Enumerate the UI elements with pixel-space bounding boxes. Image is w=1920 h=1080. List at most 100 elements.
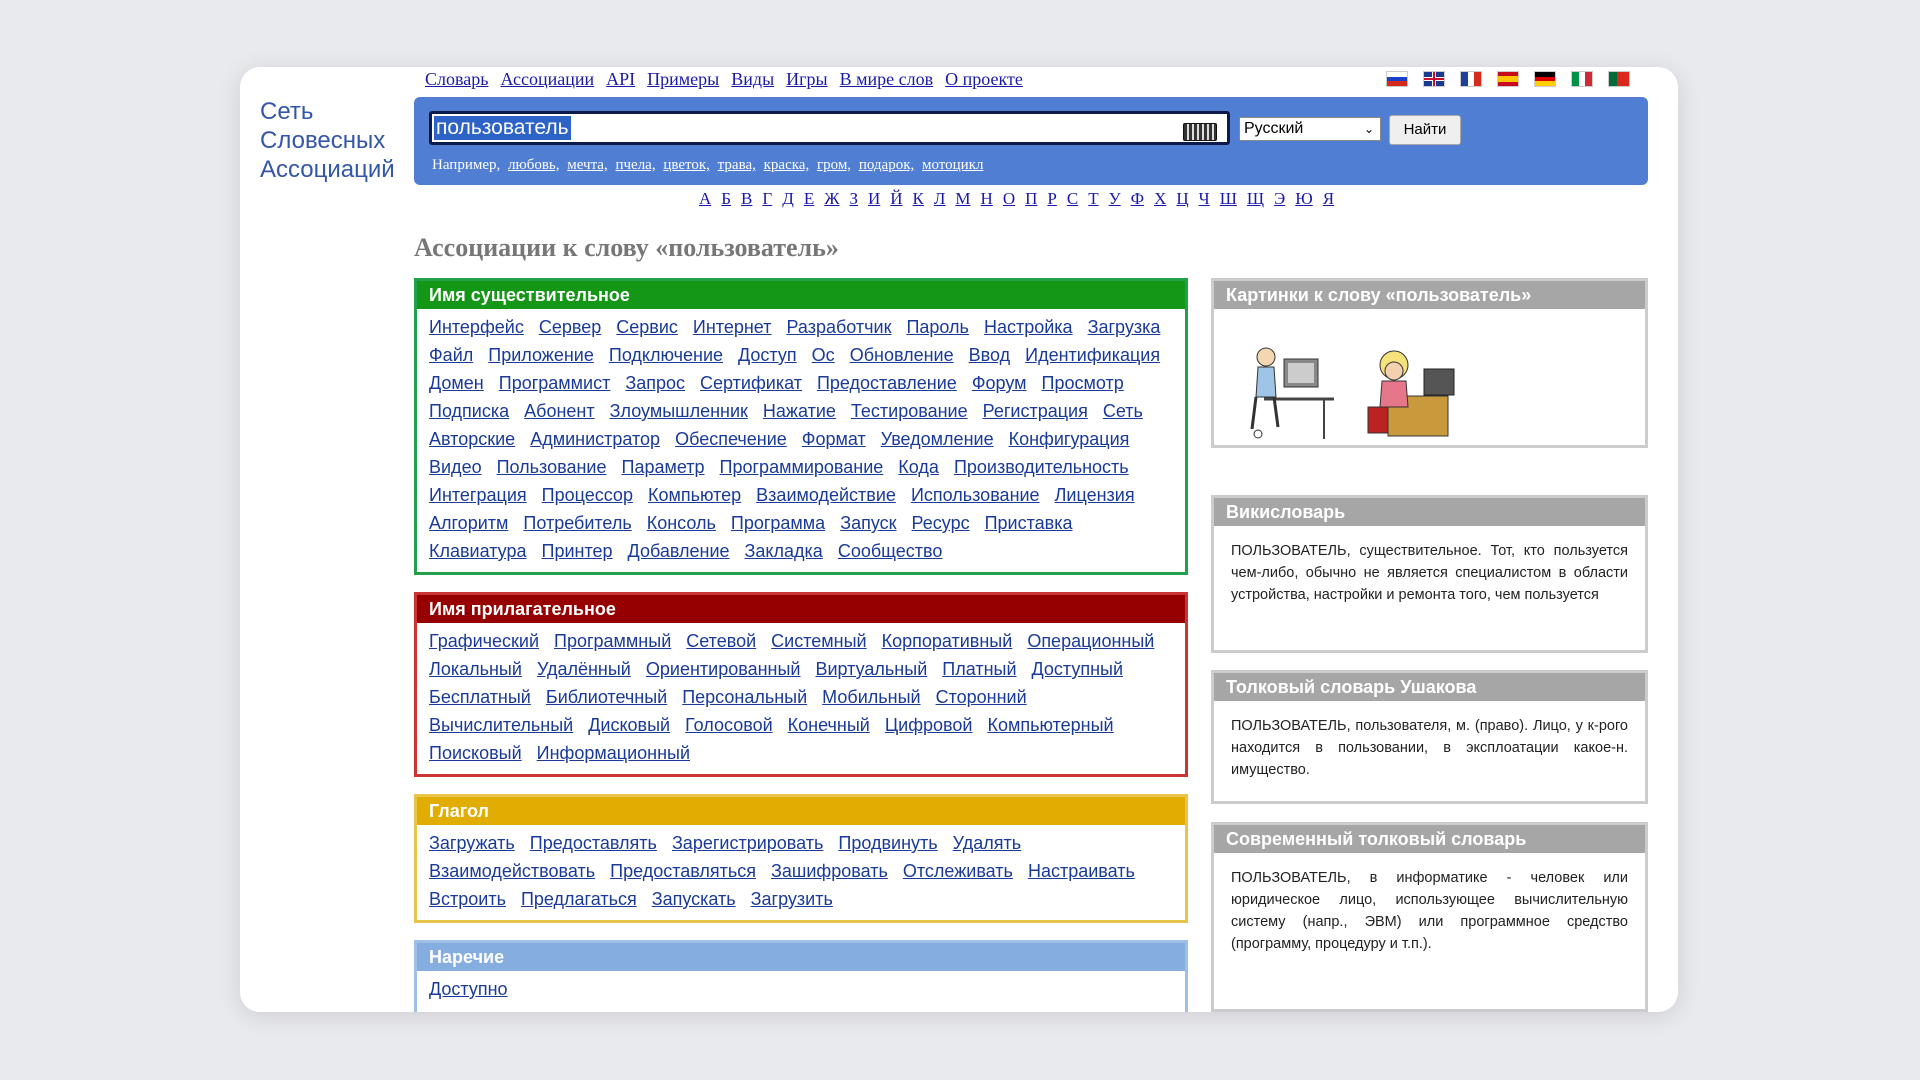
alphabet-letter-link[interactable]: Э [1274,189,1285,209]
association-word-link[interactable]: Запуск [840,513,896,533]
association-word-link[interactable]: Голосовой [685,715,773,735]
example-link[interactable]: гром, [817,157,851,173]
association-word-link[interactable]: Процессор [542,485,633,505]
alphabet-letter-link[interactable]: М [955,189,970,209]
association-word-link[interactable]: Вычислительный [429,715,573,735]
association-word-link[interactable]: Загружать [429,833,515,853]
association-word-link[interactable]: Нажатие [763,401,836,421]
association-word-link[interactable]: Производительность [954,457,1129,477]
association-word-link[interactable]: Сервер [539,317,601,337]
flag-fr-icon[interactable] [1460,71,1482,87]
association-word-link[interactable]: Приложение [488,345,594,365]
association-word-link[interactable]: Сообщество [838,541,943,561]
association-word-link[interactable]: Отслеживать [903,861,1013,881]
association-word-link[interactable]: Операционный [1027,631,1154,651]
association-word-link[interactable]: Ос [812,345,835,365]
association-word-link[interactable]: Цифровой [885,715,973,735]
association-word-link[interactable]: Бесплатный [429,687,531,707]
association-word-link[interactable]: Использование [911,485,1040,505]
alphabet-letter-link[interactable]: Ф [1131,189,1144,209]
alphabet-letter-link[interactable]: П [1025,189,1037,209]
association-word-link[interactable]: Алгоритм [429,513,508,533]
nav-games[interactable]: Игры [786,69,827,90]
alphabet-letter-link[interactable]: Г [762,189,772,209]
association-word-link[interactable]: Программист [499,373,611,393]
association-word-link[interactable]: Обеспечение [675,429,787,449]
association-word-link[interactable]: Виртуальный [816,659,928,679]
alphabet-letter-link[interactable]: Е [804,189,814,209]
association-word-link[interactable]: Принтер [542,541,613,561]
association-word-link[interactable]: Тестирование [851,401,968,421]
association-word-link[interactable]: Подключение [609,345,723,365]
association-word-link[interactable]: Лицензия [1055,485,1135,505]
association-word-link[interactable]: Ввод [969,345,1010,365]
association-word-link[interactable]: Корпоративный [882,631,1013,651]
association-word-link[interactable]: Добавление [628,541,730,561]
example-link[interactable]: краска, [764,157,810,173]
association-word-link[interactable]: Консоль [647,513,716,533]
nav-api[interactable]: API [606,69,635,90]
nav-about[interactable]: О проекте [945,69,1023,90]
association-word-link[interactable]: Просмотр [1042,373,1124,393]
alphabet-letter-link[interactable]: Щ [1247,189,1264,209]
association-word-link[interactable]: Ресурс [912,513,970,533]
association-word-link[interactable]: Предоставлять [530,833,657,853]
alphabet-letter-link[interactable]: О [1003,189,1015,209]
association-word-link[interactable]: Видео [429,457,482,477]
association-word-link[interactable]: Взаимодействовать [429,861,595,881]
woman-at-computer-image[interactable] [1358,341,1468,446]
association-word-link[interactable]: Удалять [953,833,1021,853]
alphabet-letter-link[interactable]: Я [1323,189,1334,209]
association-word-link[interactable]: Конфигурация [1009,429,1130,449]
flag-es-icon[interactable] [1497,71,1519,87]
flag-ru-icon[interactable] [1386,71,1408,87]
association-word-link[interactable]: Настраивать [1028,861,1135,881]
flag-pt-icon[interactable] [1608,71,1630,87]
association-word-link[interactable]: Формат [802,429,866,449]
association-word-link[interactable]: Разработчик [786,317,891,337]
association-word-link[interactable]: Клавиатура [429,541,527,561]
association-word-link[interactable]: Интернет [693,317,772,337]
example-link[interactable]: мечта, [567,157,607,173]
language-select[interactable]: Русский ⌄ [1239,117,1381,141]
association-word-link[interactable]: Сетевой [686,631,756,651]
example-link[interactable]: цветок, [663,157,710,173]
association-word-link[interactable]: Персональный [682,687,807,707]
example-link[interactable]: пчела, [615,157,655,173]
alphabet-letter-link[interactable]: Р [1047,189,1056,209]
nav-dictionary[interactable]: Словарь [425,69,488,90]
nav-examples[interactable]: Примеры [647,69,719,90]
search-input[interactable]: пользователь [429,111,1230,145]
alphabet-letter-link[interactable]: С [1067,189,1078,209]
association-word-link[interactable]: Злоумышленник [610,401,748,421]
alphabet-letter-link[interactable]: Ю [1295,189,1312,209]
association-word-link[interactable]: Программный [554,631,671,651]
association-word-link[interactable]: Локальный [429,659,522,679]
association-word-link[interactable]: Кода [898,457,939,477]
association-word-link[interactable]: Сертификат [700,373,802,393]
alphabet-letter-link[interactable]: У [1109,189,1121,209]
user-at-computer-image[interactable] [1244,339,1344,444]
association-word-link[interactable]: Предлагаться [521,889,637,909]
alphabet-letter-link[interactable]: З [849,189,858,209]
association-word-link[interactable]: Администратор [530,429,660,449]
association-word-link[interactable]: Уведомление [881,429,994,449]
flag-it-icon[interactable] [1571,71,1593,87]
association-word-link[interactable]: Доступный [1032,659,1124,679]
association-word-link[interactable]: Подписка [429,401,509,421]
association-word-link[interactable]: Доступ [738,345,797,365]
alphabet-letter-link[interactable]: Ч [1199,189,1210,209]
association-word-link[interactable]: Регистрация [983,401,1088,421]
example-link[interactable]: трава, [718,157,756,173]
association-word-link[interactable]: Компьютер [648,485,741,505]
association-word-link[interactable]: Запускать [652,889,736,909]
association-word-link[interactable]: Платный [942,659,1016,679]
association-word-link[interactable]: Продвинуть [838,833,937,853]
site-logo[interactable]: Сеть Словесных Ассоциаций [260,97,430,184]
association-word-link[interactable]: Зарегистрировать [672,833,823,853]
example-link[interactable]: любовь, [508,157,560,173]
association-word-link[interactable]: Программирование [720,457,884,477]
alphabet-letter-link[interactable]: Ж [824,189,839,209]
association-word-link[interactable]: Предоставление [817,373,957,393]
association-word-link[interactable]: Предоставляться [610,861,756,881]
